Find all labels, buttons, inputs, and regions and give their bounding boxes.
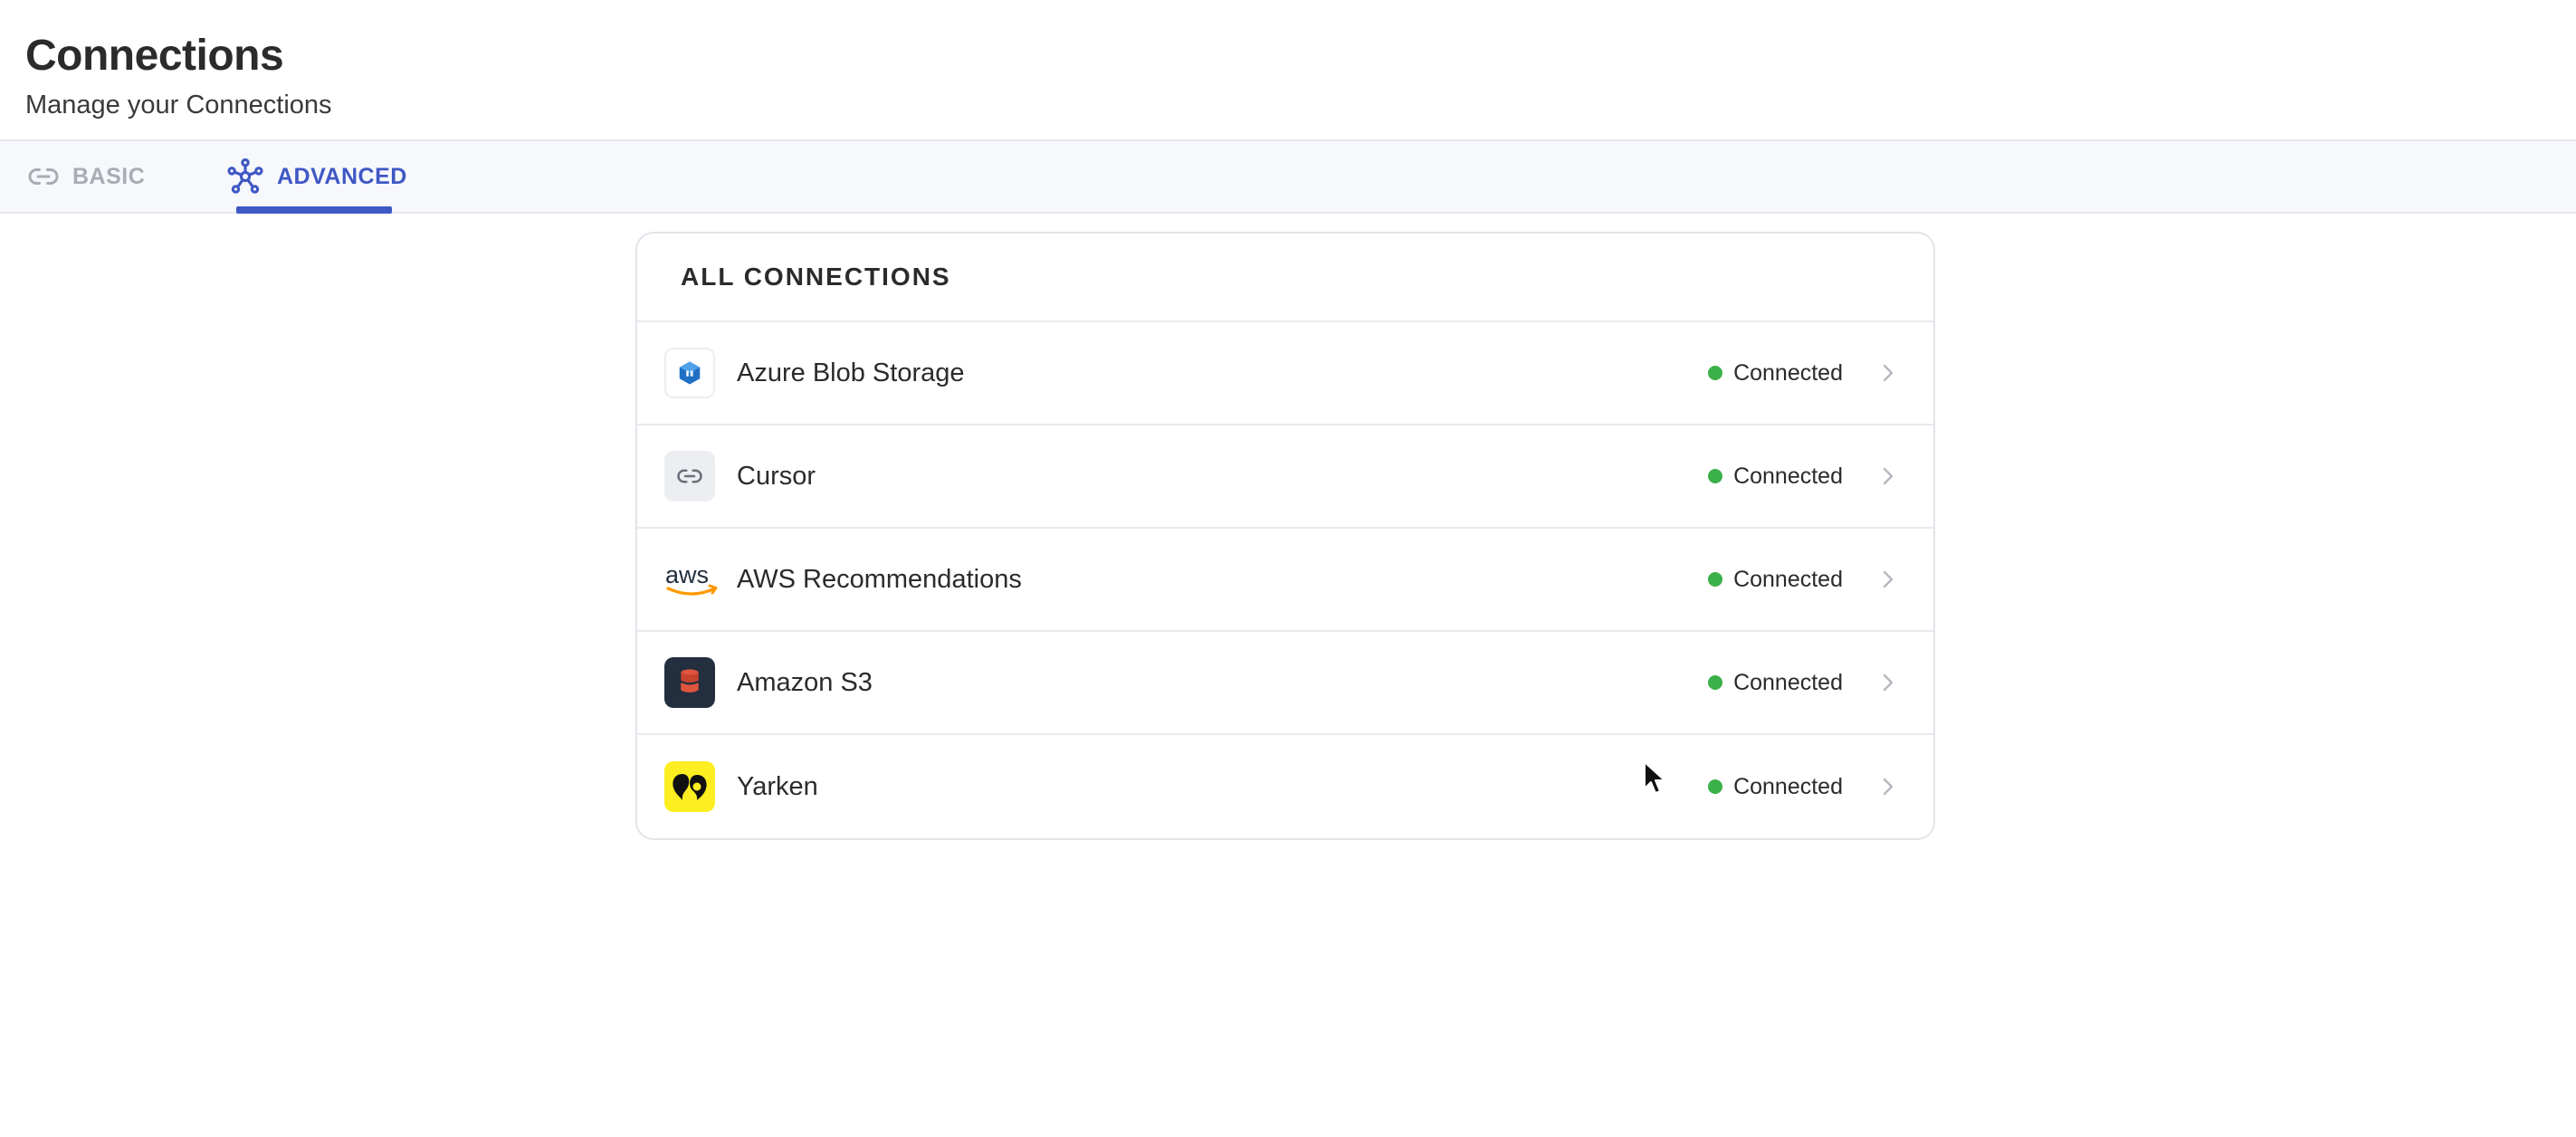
azure-blob-storage-logo — [664, 348, 715, 398]
tab-basic-label: BASIC — [72, 163, 146, 189]
status-text: Connected — [1733, 669, 1843, 695]
card-header: ALL CONNECTIONS — [637, 234, 1933, 322]
page-title: Connections — [25, 32, 284, 80]
network-icon — [226, 158, 264, 196]
link-icon — [27, 160, 60, 193]
chevron-right-icon — [1879, 362, 1897, 384]
yarken-logo — [664, 761, 715, 812]
card-title: ALL CONNECTIONS — [681, 263, 951, 291]
status-dot — [1708, 366, 1723, 380]
status-badge: Connected — [1708, 463, 1843, 490]
status-dot — [1708, 779, 1723, 794]
chevron-right-icon — [1879, 568, 1897, 590]
status-badge: Connected — [1708, 774, 1843, 800]
status-dot — [1708, 469, 1723, 483]
page-subtitle: Manage your Connections — [25, 91, 332, 119]
chevron-right-icon — [1879, 465, 1897, 487]
connection-row-azure-blob-storage[interactable]: Azure Blob Storage Connected — [637, 322, 1933, 425]
link-icon — [664, 451, 715, 502]
connection-name: Azure Blob Storage — [737, 358, 965, 387]
connection-name: AWS Recommendations — [737, 564, 1022, 594]
status-badge: Connected — [1708, 360, 1843, 387]
tabs-bar: BASIC ADVANCED — [0, 139, 2576, 214]
page-header: Connections Manage your Connections — [0, 0, 2576, 139]
connection-name: Yarken — [737, 771, 818, 801]
connection-name: Cursor — [737, 461, 816, 491]
status-text: Connected — [1733, 359, 1843, 386]
status-dot — [1708, 572, 1723, 587]
connection-name: Amazon S3 — [737, 667, 873, 697]
tab-advanced[interactable]: ADVANCED — [226, 141, 407, 212]
connection-row-amazon-s3[interactable]: Amazon S3 Connected — [637, 632, 1933, 735]
amazon-s3-logo — [664, 657, 715, 708]
chevron-right-icon — [1879, 776, 1897, 798]
status-text: Connected — [1733, 463, 1843, 489]
aws-logo: aws — [664, 554, 720, 605]
connection-row-yarken[interactable]: Yarken Connected — [637, 735, 1933, 838]
status-text: Connected — [1733, 773, 1843, 799]
active-tab-indicator — [236, 206, 392, 214]
status-badge: Connected — [1708, 670, 1843, 696]
chevron-right-icon — [1879, 672, 1897, 693]
status-text: Connected — [1733, 566, 1843, 592]
connection-row-aws-recommendations[interactable]: aws AWS Recommendations Connected — [637, 529, 1933, 632]
status-badge: Connected — [1708, 567, 1843, 593]
connections-card: ALL CONNECTIONS Azure Blob Storage Conne… — [635, 232, 1935, 840]
mouse-pointer-icon — [1643, 760, 1666, 797]
connection-row-cursor[interactable]: Cursor Connected — [637, 425, 1933, 529]
svg-text:aws: aws — [665, 561, 709, 588]
tab-advanced-label: ADVANCED — [277, 163, 407, 189]
tab-basic[interactable]: BASIC — [27, 141, 145, 212]
status-dot — [1708, 675, 1723, 690]
